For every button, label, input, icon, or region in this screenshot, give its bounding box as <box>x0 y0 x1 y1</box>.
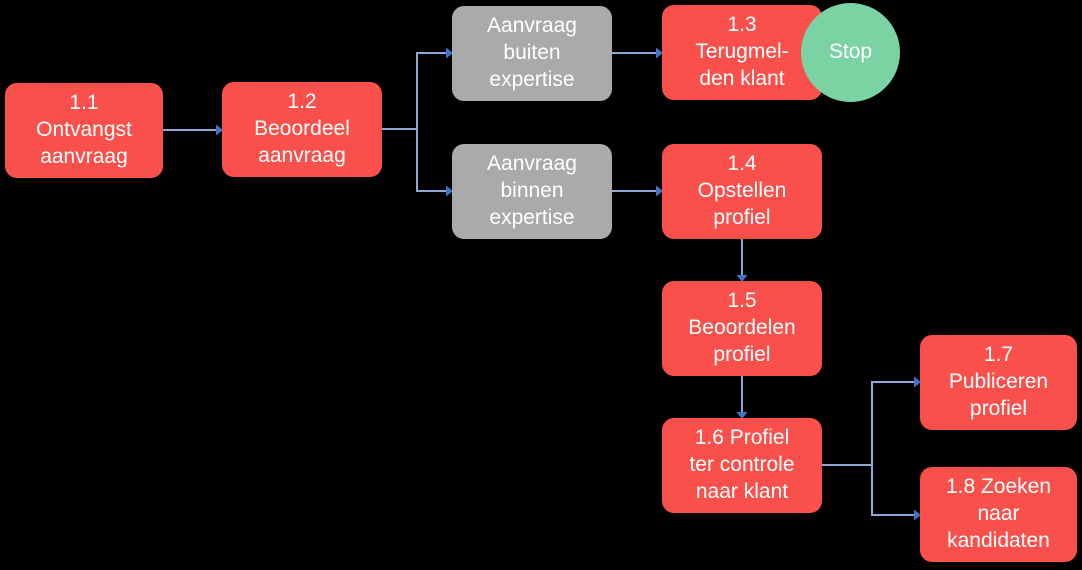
flow-node-n17[interactable]: 1.7 Publiceren profiel <box>920 335 1077 430</box>
flow-edge-e3 <box>416 129 446 192</box>
flow-node-stop[interactable]: Stop <box>801 3 900 102</box>
flow-edge-e2 <box>382 52 446 130</box>
flow-node-n16[interactable]: 1.6 Profiel ter controle naar klant <box>662 418 822 513</box>
flow-edge-e9 <box>871 465 914 516</box>
flow-node-n11[interactable]: 1.1 Ontvangst aanvraag <box>5 83 163 178</box>
flow-node-n13[interactable]: 1.3 Terugmel- den klant <box>662 5 822 100</box>
flow-node-g2[interactable]: Aanvraag binnen expertise <box>452 144 612 239</box>
flow-node-n14[interactable]: 1.4 Opstellen profiel <box>662 144 822 239</box>
flow-node-g1[interactable]: Aanvraag buiten expertise <box>452 6 612 101</box>
flow-node-n18[interactable]: 1.8 Zoeken naar kandidaten <box>920 467 1077 562</box>
flow-node-n12[interactable]: 1.2 Beoordeel aanvraag <box>222 82 382 177</box>
flow-node-n15[interactable]: 1.5 Beoordelen profiel <box>662 281 822 376</box>
flow-edge-e8 <box>822 381 914 466</box>
flowchart-canvas: 1.1 Ontvangst aanvraag 1.2 Beoordeel aanv… <box>0 0 1082 570</box>
